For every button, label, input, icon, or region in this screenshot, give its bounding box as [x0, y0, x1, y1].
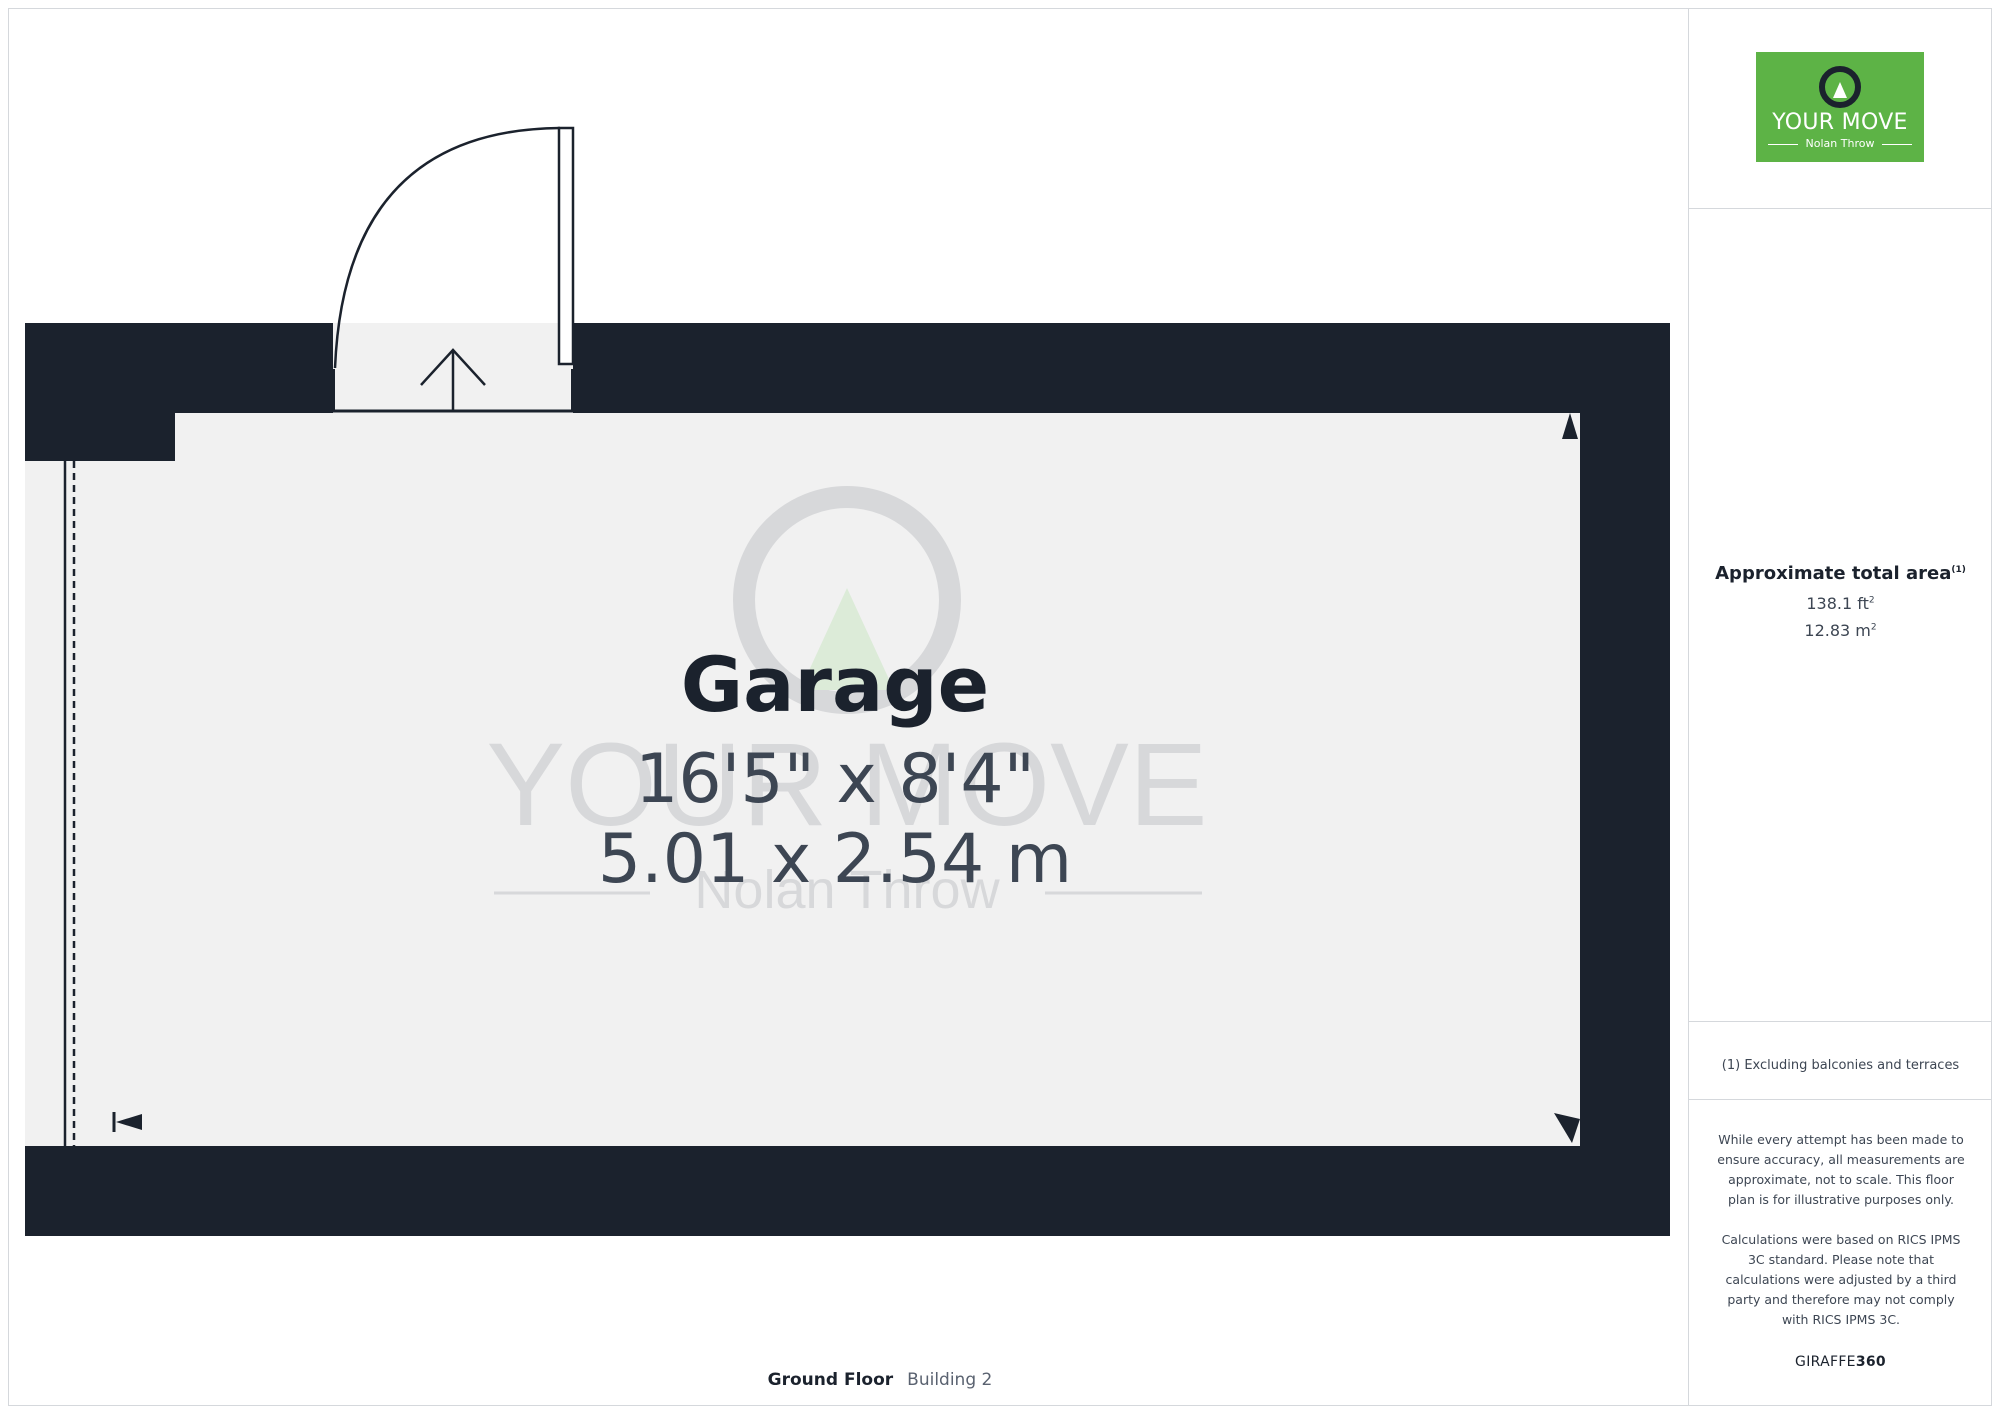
sidebar-divider: [1689, 1021, 1992, 1022]
floor-label: Ground Floor: [767, 1370, 894, 1390]
your-move-logo: YOUR MOVE Nolan Throw: [1756, 52, 1924, 162]
wall-corner: [25, 413, 175, 461]
floor-plan: YOUR MOVE Nolan Throw Garage 16'5" x 8'4…: [0, 0, 1688, 1414]
room-dimensions-imperial: 16'5" x 8'4": [635, 740, 1035, 819]
room-name: Garage: [680, 640, 990, 729]
info-sidebar: YOUR MOVE Nolan Throw Approximate total …: [1688, 8, 1992, 1406]
giraffe360-credit: GIRAFFE360: [1795, 1354, 1886, 1370]
room-dimensions-metric: 5.01 x 2.54 m: [597, 820, 1073, 899]
disclaimer-rics: Calculations were based on RICS IPMS 3C …: [1721, 1232, 1961, 1327]
area-value-ft: 138.1 ft2: [1806, 594, 1875, 613]
sidebar-divider: [1689, 208, 1992, 209]
total-area: Approximate total area(1) 138.1 ft2 12.8…: [1689, 563, 1992, 640]
your-move-pin-icon: [1819, 66, 1861, 108]
disclaimer: While every attempt has been made to ens…: [1713, 1130, 1969, 1350]
area-title: Approximate total area(1): [1715, 563, 1966, 584]
logo-brand: YOUR MOVE: [1772, 110, 1908, 135]
door-leaf: [557, 126, 575, 366]
building-label: Building 2: [907, 1370, 993, 1390]
floor-caption: Ground Floor Building 2: [700, 1370, 1060, 1390]
sidebar-divider: [1689, 1099, 1992, 1100]
disclaimer-accuracy: While every attempt has been made to ens…: [1717, 1132, 1965, 1207]
area-footnote: (1) Excluding balconies and terraces: [1721, 1058, 1960, 1073]
logo-sub: Nolan Throw: [1756, 137, 1924, 150]
area-value-m: 12.83 m2: [1804, 621, 1877, 640]
